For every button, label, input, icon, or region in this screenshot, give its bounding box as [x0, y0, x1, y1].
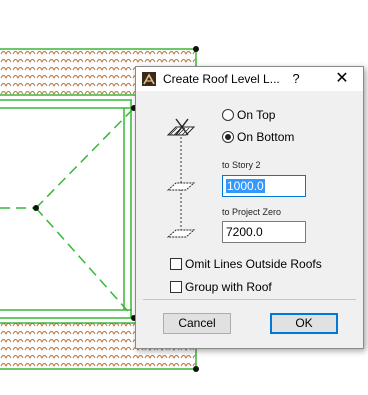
dialog-title-bar[interactable]: Create Roof Level L... ? ✕ [136, 67, 363, 91]
on-top-label[interactable]: On Top [237, 108, 275, 122]
to-story-input[interactable]: 1000.0 [222, 175, 306, 197]
omit-lines-checkbox[interactable] [170, 258, 182, 270]
on-top-radio[interactable] [222, 109, 234, 121]
omit-lines-label[interactable]: Omit Lines Outside Roofs [185, 257, 322, 271]
to-story-label: to Story 2 [222, 160, 261, 170]
to-story-value: 1000.0 [226, 179, 265, 193]
roof-level-illustration-icon [166, 118, 196, 238]
divider [143, 299, 356, 300]
group-with-roof-checkbox[interactable] [170, 281, 182, 293]
to-project-zero-value: 7200.0 [226, 225, 263, 239]
node[interactable] [33, 205, 39, 211]
ok-button[interactable]: OK [270, 313, 338, 334]
cancel-button[interactable]: Cancel [163, 313, 231, 334]
close-button[interactable]: ✕ [333, 70, 351, 88]
help-button[interactable]: ? [287, 70, 305, 88]
create-roof-level-lines-dialog: Create Roof Level L... ? ✕ On Top On Bot… [135, 66, 364, 349]
archicad-icon [142, 72, 156, 86]
group-with-roof-label[interactable]: Group with Roof [185, 280, 272, 294]
dialog-title: Create Roof Level L... [163, 72, 280, 86]
to-project-zero-label: to Project Zero [222, 207, 282, 217]
to-project-zero-input[interactable]: 7200.0 [222, 221, 306, 243]
on-bottom-radio[interactable] [222, 131, 234, 143]
on-bottom-label[interactable]: On Bottom [237, 130, 294, 144]
node[interactable] [193, 46, 199, 52]
node[interactable] [193, 366, 199, 372]
